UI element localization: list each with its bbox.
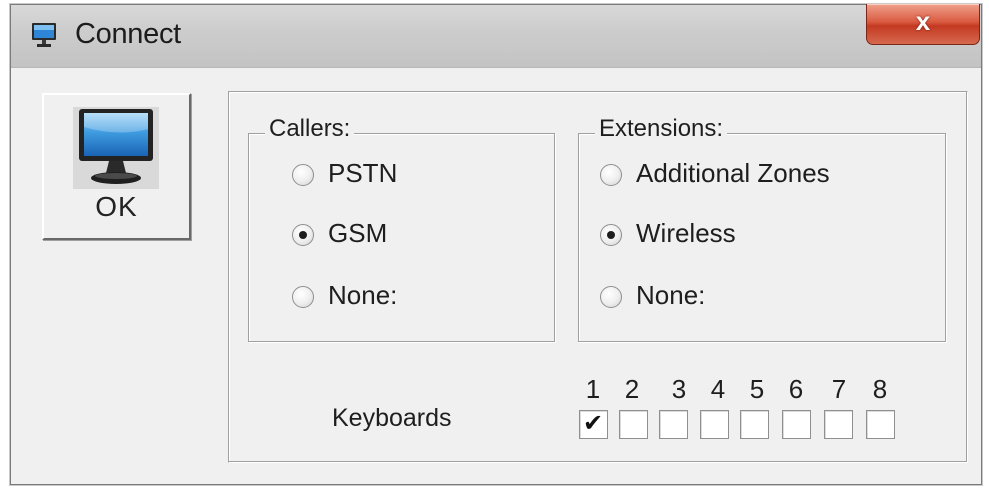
radio-button[interactable] (292, 164, 314, 186)
keyboard-number-1: 1 (585, 374, 601, 404)
radio-button[interactable] (600, 164, 622, 186)
keyboard-number-4: 4 (710, 374, 726, 404)
radio-label: None: (328, 280, 398, 310)
radio-label: None: (636, 280, 706, 310)
keyboard-checkbox-1[interactable]: ✔ (579, 410, 608, 439)
dialog-body: OK Callers: PSTN GSM None: Extensions: A… (11, 68, 981, 484)
radio-selected-dot (607, 231, 615, 239)
keyboards-label: Keyboards (332, 404, 452, 432)
keyboard-number-8: 8 (872, 374, 888, 404)
keyboard-checkbox-2[interactable] (619, 410, 648, 439)
radio-button[interactable] (292, 286, 314, 308)
ok-icon-frame (73, 107, 159, 189)
keyboard-checkbox-3[interactable] (659, 410, 688, 439)
callers-title: Callers: (265, 115, 355, 143)
keyboard-checkbox-4[interactable] (700, 410, 729, 439)
close-icon: x (915, 6, 931, 36)
keyboard-number-3: 3 (671, 374, 687, 404)
options-panel: Callers: PSTN GSM None: Extensions: Addi… (228, 91, 968, 463)
monitor-icon (32, 23, 56, 47)
window-title: Connect (75, 18, 181, 50)
radio-button[interactable] (600, 286, 622, 308)
extensions-title: Extensions: (595, 115, 728, 143)
keyboard-number-7: 7 (831, 374, 847, 404)
radio-button[interactable] (600, 224, 622, 246)
title-bar[interactable]: Connect x (11, 4, 981, 68)
radio-button[interactable] (292, 224, 314, 246)
radio-selected-dot (299, 231, 307, 239)
radio-label: Additional Zones (636, 158, 830, 188)
checkmark-icon: ✔ (583, 410, 604, 437)
connect-dialog: Connect x OK Callers: PSTN GSM None: Ext… (10, 4, 982, 485)
callers-group: Callers: PSTN GSM None: (248, 115, 555, 342)
keyboard-checkbox-8[interactable] (866, 410, 895, 439)
radio-label: PSTN (328, 158, 398, 188)
keyboard-checkbox-6[interactable] (782, 410, 811, 439)
keyboard-number-5: 5 (749, 374, 765, 404)
radio-label: GSM (328, 218, 388, 248)
ok-label: OK (95, 191, 138, 222)
ok-button[interactable]: OK (42, 93, 191, 240)
keyboard-checkbox-5[interactable] (740, 410, 769, 439)
keyboard-number-6: 6 (788, 374, 804, 404)
keyboard-checkbox-7[interactable] (824, 410, 853, 439)
monitor-icon (79, 109, 153, 184)
extensions-group: Extensions: Additional Zones Wireless No… (578, 115, 946, 342)
close-button[interactable]: x (866, 4, 980, 45)
keyboard-number-2: 2 (624, 374, 640, 404)
radio-label: Wireless (636, 218, 736, 248)
